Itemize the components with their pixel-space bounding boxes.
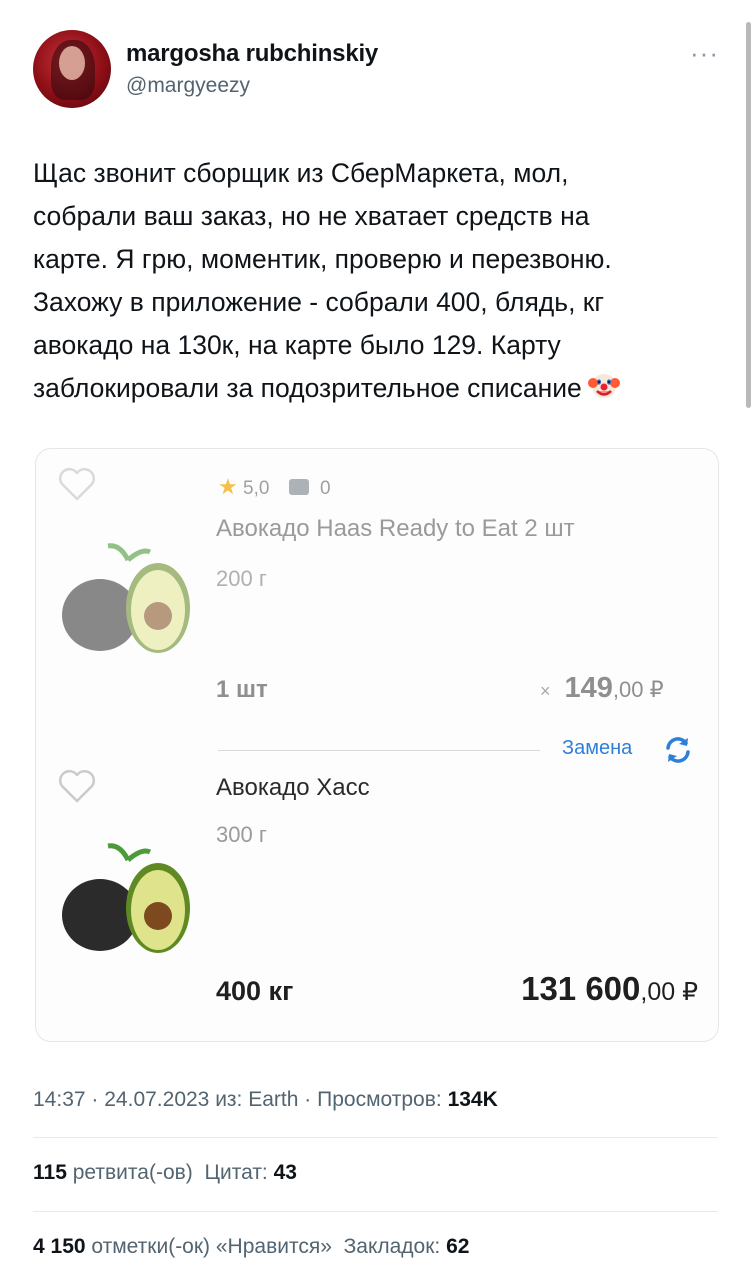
author-avatar[interactable] [33, 30, 111, 108]
author-display-name[interactable]: margosha rubchinskiy [126, 40, 378, 68]
product-rating: ★ 5,0 0 [218, 474, 331, 500]
replacement-product-weight: 300 г [216, 822, 267, 847]
reviews-count: 0 [320, 478, 331, 499]
tweet-line: авокадо на 130к, на карте было 129. Карт… [33, 330, 561, 360]
avatar-face [59, 46, 85, 80]
divider [218, 750, 540, 751]
replacement-product-price: 131 600,00 ₽ [521, 970, 698, 1008]
tweet-line: Захожу в приложение - собрали 400, блядь… [33, 287, 605, 317]
divider [33, 1211, 718, 1212]
original-product-price: × 149,00 ₽ [540, 672, 664, 705]
retweets-label[interactable]: ретвита(-ов) [73, 1161, 193, 1184]
times-sign: × [540, 681, 551, 701]
retweets-quotes-row: 115 ретвита(-ов) Цитат: 43 [33, 1161, 297, 1185]
tweet-meta: 14:37 · 24.07.2023 из: Earth · Просмотро… [33, 1088, 498, 1112]
price-cents: ,00 ₽ [612, 677, 664, 702]
favorite-heart-icon[interactable] [57, 769, 97, 803]
refresh-icon[interactable] [662, 734, 694, 766]
more-options-icon[interactable]: ··· [690, 38, 719, 69]
price-cents: ,00 ₽ [640, 978, 698, 1006]
retweets-count[interactable]: 115 [33, 1161, 67, 1184]
quotes-count[interactable]: 43 [274, 1161, 297, 1184]
source-prefix: из: [215, 1088, 243, 1111]
tweet-source[interactable]: Earth [248, 1088, 298, 1111]
rating-value: 5,0 [243, 478, 270, 499]
star-icon: ★ [218, 474, 238, 499]
replacement-link[interactable]: Замена [562, 737, 632, 760]
avocado-product-image [62, 543, 190, 653]
bookmarks-label[interactable]: Закладок: [344, 1235, 441, 1258]
original-product-quantity: 1 шт [216, 676, 268, 703]
tweet-line: заблокировали за подозрительное списание [33, 373, 582, 403]
favorite-heart-icon[interactable] [57, 467, 97, 501]
tweet-line: Щас звонит сборщик из СберМаркета, мол, [33, 158, 569, 188]
clown-face-emoji-icon [587, 374, 620, 398]
tweet-line: карте. Я грю, моментик, проверю и перезв… [33, 244, 612, 274]
separator: · [304, 1088, 312, 1111]
replacement-product-name: Авокадо Хасс [216, 774, 370, 801]
tweet-line-last: заблокировали за подозрительное списание [33, 367, 733, 410]
avocado-product-image [62, 843, 190, 953]
views-count[interactable]: 134K [448, 1088, 498, 1111]
price-main: 149 [564, 672, 613, 704]
scrollbar[interactable] [746, 22, 751, 408]
reviews-icon [288, 479, 309, 495]
bookmarks-count[interactable]: 62 [446, 1235, 469, 1258]
author-handle[interactable]: @margyeezy [126, 74, 250, 98]
quotes-label[interactable]: Цитат: [204, 1161, 267, 1184]
likes-bookmarks-row: 4 150 отметки(-ок) «Нравится» Закладок: … [33, 1235, 469, 1259]
views-label: Просмотров: [317, 1088, 442, 1111]
divider [33, 1137, 718, 1138]
separator: · [91, 1088, 99, 1111]
replacement-product-quantity: 400 кг [216, 976, 294, 1006]
tweet-date[interactable]: 24.07.2023 [104, 1088, 209, 1111]
original-product-weight: 200 г [216, 566, 267, 591]
price-main: 131 600 [521, 970, 641, 1007]
original-product-name: Авокадо Haas Ready to Eat 2 шт [216, 515, 575, 542]
tweet-text: Щас звонит сборщик из СберМаркета, мол, … [33, 152, 733, 410]
tweet-time[interactable]: 14:37 [33, 1088, 86, 1111]
likes-count[interactable]: 4 150 [33, 1235, 86, 1258]
likes-label[interactable]: отметки(-ок) «Нравится» [91, 1235, 332, 1258]
tweet-line: собрали ваш заказ, но не хватает средств… [33, 201, 590, 231]
